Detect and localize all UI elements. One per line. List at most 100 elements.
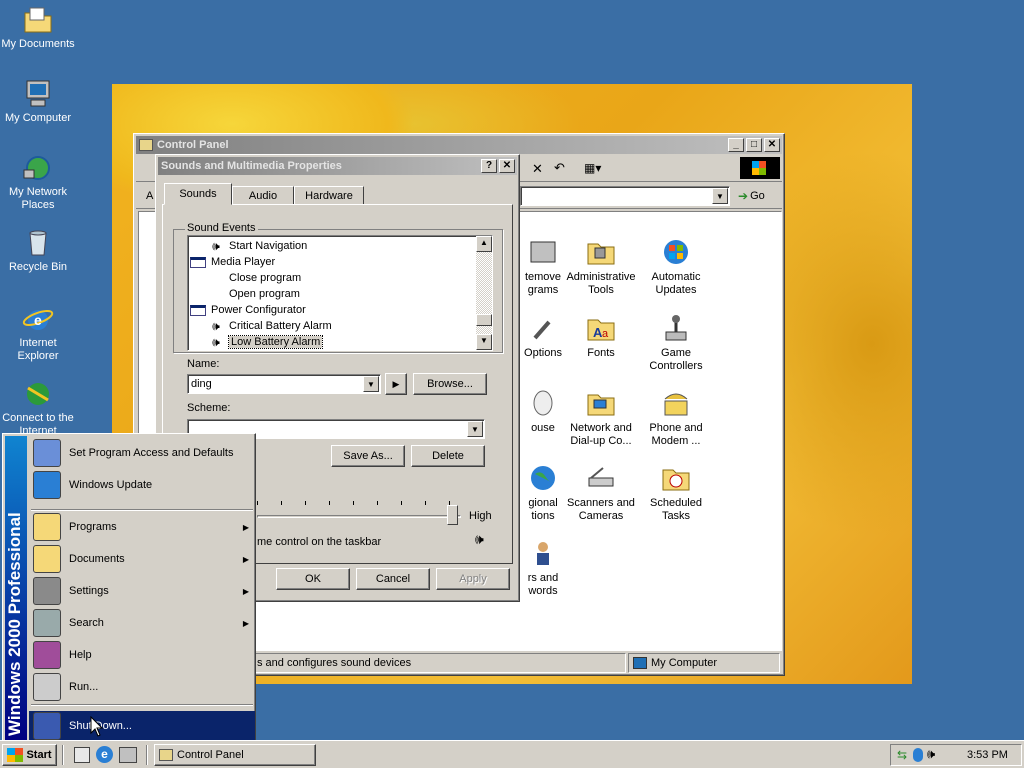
- scroll-thumb[interactable]: [476, 314, 492, 326]
- sound-event-item[interactable]: 🕪 Start Navigation: [190, 238, 474, 254]
- start-menu-item-label: Help: [69, 649, 92, 661]
- cp-item-administrative-tools[interactable]: Administrative Tools: [561, 236, 641, 297]
- cp-item-automatic-updates[interactable]: Automatic Updates: [636, 236, 716, 297]
- scroll-down-button[interactable]: ▼: [476, 334, 492, 350]
- tab-hardware[interactable]: Hardware: [294, 186, 364, 205]
- desktop-icon-internet-explorer[interactable]: e Internet Explorer: [0, 303, 76, 363]
- cp-item-game-controllers[interactable]: Game Controllers: [636, 312, 716, 373]
- sound-event-label: Low Battery Alarm: [227, 335, 324, 349]
- save-as-label: Save As...: [343, 450, 393, 462]
- sound-event-item[interactable]: Power Configurator: [190, 302, 474, 318]
- speaker-icon: 🕪: [212, 318, 220, 333]
- play-sound-button[interactable]: ▶: [385, 373, 407, 395]
- status-location-panel: My Computer: [628, 653, 780, 673]
- update-tray-icon[interactable]: [913, 748, 923, 762]
- start-menu-item[interactable]: Run...: [29, 672, 255, 702]
- ok-button[interactable]: OK: [276, 568, 350, 590]
- show-desktop-icon[interactable]: [74, 747, 90, 763]
- cp-item-phone-modem[interactable]: Phone and Modem ...: [636, 387, 716, 448]
- address-dropdown[interactable]: ▼: [712, 188, 728, 204]
- phone-icon: [664, 393, 688, 416]
- sound-event-item[interactable]: 🕪 Low Battery Alarm: [190, 334, 474, 350]
- volume-tray-icon[interactable]: 🕪: [927, 746, 935, 762]
- sounds-dialog-titlebar[interactable]: Sounds and Multimedia Properties ? ✕: [158, 157, 517, 175]
- start-menu-banner: Windows 2000 Professional: [5, 436, 27, 740]
- cancel-button[interactable]: Cancel: [356, 568, 430, 590]
- clock[interactable]: 3:53 PM: [967, 749, 1008, 761]
- sound-event-item[interactable]: Close program: [190, 270, 474, 286]
- views-icon[interactable]: ▦▾: [584, 161, 601, 175]
- control-panel-titlebar[interactable]: Control Panel _ □ ✕: [136, 136, 782, 154]
- ie-quicklaunch-icon[interactable]: e: [96, 746, 113, 763]
- start-menu-item[interactable]: Shut Down...: [29, 711, 255, 741]
- cp-item-scanners-cameras[interactable]: Scanners and Cameras: [561, 462, 641, 523]
- cancel-label: Cancel: [375, 573, 411, 585]
- svg-text:e: e: [34, 312, 42, 328]
- go-button[interactable]: ➔ Go: [738, 186, 765, 206]
- save-as-button[interactable]: Save As...: [331, 445, 405, 467]
- tab-label: Hardware: [305, 189, 353, 202]
- events-scrollbar[interactable]: ▲ ▼: [476, 236, 492, 350]
- application-group-icon: [190, 256, 206, 268]
- go-arrow-icon: ➔: [738, 189, 749, 203]
- volume-taskbar-text: me control on the taskbar: [257, 536, 382, 548]
- desktop-icon-my-documents[interactable]: My Documents: [0, 4, 76, 51]
- start-menu-item[interactable]: Settings ▶: [29, 576, 255, 606]
- cp-item-label: Scheduled Tasks: [650, 497, 702, 522]
- name-dropdown[interactable]: ▼: [363, 376, 379, 392]
- start-menu-item-label: Search: [69, 617, 104, 629]
- windows-logo: [740, 157, 780, 179]
- volume-high-label: High: [469, 510, 492, 522]
- ok-label: OK: [305, 573, 321, 585]
- scroll-up-button[interactable]: ▲: [476, 236, 492, 252]
- volume-slider-thumb[interactable]: [447, 505, 458, 525]
- help-button[interactable]: ?: [481, 159, 497, 173]
- outlook-quicklaunch-icon[interactable]: [119, 747, 137, 763]
- delete-icon[interactable]: ✕: [532, 161, 543, 177]
- control-panel-icon: [139, 139, 153, 151]
- maximize-button[interactable]: □: [746, 138, 762, 152]
- tab-sounds[interactable]: Sounds: [164, 183, 232, 205]
- name-select[interactable]: ding ▼: [187, 374, 381, 394]
- browse-button[interactable]: Browse...: [413, 373, 487, 395]
- desktop-icon-recycle-bin[interactable]: Recycle Bin: [0, 227, 76, 274]
- start-menu-item[interactable]: Set Program Access and Defaults: [29, 438, 255, 468]
- undo-icon[interactable]: ↶: [554, 160, 565, 176]
- mouse-icon: [533, 390, 553, 416]
- start-button[interactable]: Start: [2, 744, 57, 766]
- volume-slider-track[interactable]: [257, 515, 461, 518]
- start-menu-item[interactable]: Search ▶: [29, 608, 255, 638]
- start-menu-item[interactable]: Windows Update: [29, 470, 255, 500]
- sound-event-item[interactable]: Open program: [190, 286, 474, 302]
- start-menu-item[interactable]: Documents ▶: [29, 544, 255, 574]
- cp-item-network-dialup[interactable]: Network and Dial-up Co...: [561, 387, 641, 448]
- close-button[interactable]: ✕: [499, 159, 515, 173]
- scheme-dropdown[interactable]: ▼: [467, 421, 483, 437]
- cp-item-scheduled-tasks[interactable]: Scheduled Tasks: [636, 462, 716, 523]
- tab-audio[interactable]: Audio: [232, 186, 294, 205]
- apply-button[interactable]: Apply: [436, 568, 510, 590]
- address-input[interactable]: ▼: [520, 186, 730, 206]
- windows-update-icon: [664, 240, 688, 264]
- start-menu-item[interactable]: Help: [29, 640, 255, 670]
- banner-text: Windows 2000 Professional: [5, 512, 24, 736]
- sound-event-item[interactable]: 🕪 Critical Battery Alarm: [190, 318, 474, 334]
- taskbar-task-button[interactable]: Control Panel: [154, 744, 316, 766]
- minimize-button[interactable]: _: [728, 138, 744, 152]
- desktop-icon-my-computer[interactable]: My Computer: [0, 78, 76, 125]
- close-button[interactable]: ✕: [764, 138, 780, 152]
- desktop-icon-network[interactable]: My Network Places: [0, 152, 76, 212]
- start-menu-item[interactable]: Programs ▶: [29, 512, 255, 542]
- taskbar-divider: [62, 745, 64, 765]
- sound-events-list[interactable]: 🕪 Start Navigation Media Player Close progr…: [187, 235, 493, 351]
- delete-button[interactable]: Delete: [411, 445, 485, 467]
- desktop-icon-label: My Documents: [1, 38, 75, 50]
- cp-item-fonts[interactable]: Aa Fonts: [561, 312, 641, 360]
- submenu-arrow-icon: ▶: [242, 618, 249, 628]
- cp-item-label: Automatic Updates: [651, 271, 701, 296]
- speaker-icon: 🕪: [212, 334, 220, 349]
- sound-event-item[interactable]: Media Player: [190, 254, 474, 270]
- network-tray-icon[interactable]: ⇆: [897, 748, 907, 762]
- desktop-icon-connect[interactable]: Connect to the Internet: [0, 378, 76, 438]
- cp-item-label: Options: [524, 347, 562, 359]
